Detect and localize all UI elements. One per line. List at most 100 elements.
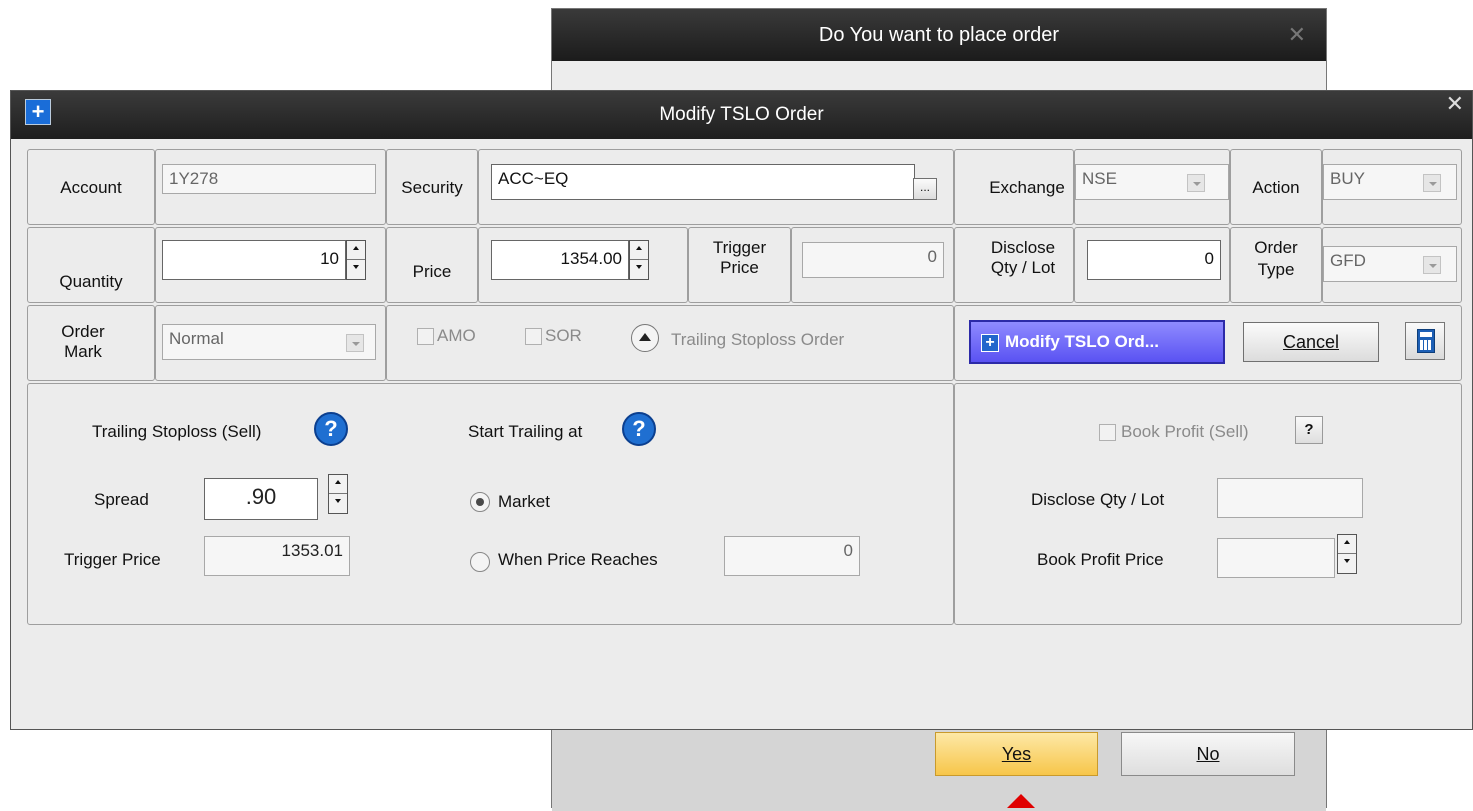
price-input[interactable]: 1354.00 <box>491 240 629 280</box>
market-label: Market <box>498 492 550 511</box>
chevron-down-icon <box>346 334 364 352</box>
spread-stepper[interactable] <box>328 474 348 514</box>
help-icon[interactable]: ? <box>622 412 656 446</box>
bp-price-label: Book Profit Price <box>1037 550 1164 569</box>
market-radio[interactable] <box>470 492 490 512</box>
spread-input[interactable]: .90 <box>204 478 318 520</box>
confirm-title-bar: Do You want to place order ✕ <box>552 9 1326 61</box>
action-label-cell: Action <box>1230 149 1322 225</box>
trailing-title: Trailing Stoploss (Sell) <box>92 422 262 441</box>
quantity-label: Quantity <box>59 272 123 291</box>
trailing-stoploss-toggle[interactable]: Trailing Stoploss Order <box>671 330 844 350</box>
price-field-cell: 1354.00 <box>478 227 688 303</box>
disclose-label-2: Qty / Lot <box>990 258 1056 277</box>
sor-label: SOR <box>545 326 582 345</box>
amo-checkbox[interactable] <box>417 328 434 345</box>
price-stepper[interactable] <box>629 240 649 280</box>
security-label-cell: Security <box>386 149 478 225</box>
quantity-field-cell: 10 <box>155 227 386 303</box>
bp-price-field <box>1217 538 1335 578</box>
order-type-label-2: Type <box>1257 260 1295 279</box>
modify-title-bar: Modify TSLO Order <box>11 91 1472 139</box>
disclose-label-1: Disclose <box>990 238 1056 257</box>
trigger-price-label-2: Price <box>720 258 759 277</box>
security-field-cell: ACC~EQ ... <box>478 149 954 225</box>
plus-icon: + <box>25 99 51 125</box>
confirm-title: Do You want to place order <box>818 24 1060 46</box>
security-input[interactable]: ACC~EQ <box>491 164 915 200</box>
order-type-label-1: Order <box>1254 238 1298 257</box>
account-field-cell: 1Y278 <box>155 149 386 225</box>
trigger-field-cell: 0 <box>791 227 954 303</box>
order-type-field-cell: GFD <box>1322 227 1462 303</box>
bp-price-stepper[interactable] <box>1337 534 1357 574</box>
when-price-label: When Price Reaches <box>498 550 658 569</box>
chevron-down-icon <box>1423 256 1441 274</box>
when-price-radio[interactable] <box>470 552 490 572</box>
close-icon[interactable]: ✕ <box>1446 91 1464 117</box>
yes-label: Yes <box>1001 744 1032 764</box>
cancel-label: Cancel <box>1282 332 1340 352</box>
yes-button[interactable]: Yes <box>935 732 1098 776</box>
bp-disclose-label: Disclose Qty / Lot <box>1031 490 1165 509</box>
order-mark-label-2: Mark <box>64 342 102 361</box>
book-profit-checkbox[interactable] <box>1099 424 1116 441</box>
order-mark-label-1: Order <box>61 322 105 341</box>
disclose-label-cell: Disclose Qty / Lot <box>954 227 1074 303</box>
trigger-label-cell: Trigger Price <box>688 227 791 303</box>
price-label: Price <box>412 262 452 281</box>
price-label-cell: Price <box>386 227 478 303</box>
order-mark-field-cell: Normal <box>155 305 386 381</box>
when-price-field: 0 <box>724 536 860 576</box>
chevron-down-icon <box>1423 174 1441 192</box>
order-mark-label-cell: Order Mark <box>27 305 155 381</box>
book-profit-help-button[interactable]: ? <box>1295 416 1323 444</box>
exchange-select[interactable]: NSE <box>1075 164 1229 200</box>
calculator-icon <box>1417 329 1435 353</box>
sor-checkbox[interactable] <box>525 328 542 345</box>
quantity-input[interactable]: 10 <box>162 240 346 280</box>
disclose-field-cell: 0 <box>1074 227 1230 303</box>
exchange-field-cell: NSE <box>1074 149 1230 225</box>
no-label: No <box>1196 744 1220 764</box>
dialog-title: Modify TSLO Order <box>659 104 824 125</box>
trailing-toggle-label: Trailing Stoploss Order <box>671 330 845 349</box>
quantity-label-cell: Quantity <box>27 227 155 303</box>
bp-disclose-field <box>1217 478 1363 518</box>
trigger-price-label: Trigger Price <box>64 550 161 569</box>
account-field: 1Y278 <box>162 164 376 194</box>
amo-label: AMO <box>437 326 476 345</box>
chevron-down-icon <box>1187 174 1205 192</box>
book-profit-label: Book Profit (Sell) <box>1121 422 1249 441</box>
order-type-label-cell: Order Type <box>1230 227 1322 303</box>
calculator-button[interactable] <box>1405 322 1445 360</box>
security-label: Security <box>401 178 463 197</box>
trigger-price-label-1: Trigger <box>712 238 767 257</box>
modify-tslo-button[interactable]: + Modify TSLO Ord... <box>969 320 1225 364</box>
modify-tslo-dialog: Modify TSLO Order + ✕ Account 1Y278 Secu… <box>10 90 1473 730</box>
confirm-close-icon[interactable]: ✕ <box>1288 9 1306 61</box>
action-label: Action <box>1252 178 1300 197</box>
disclose-qty-input[interactable]: 0 <box>1087 240 1221 280</box>
modify-button-label: Modify TSLO Ord... <box>1005 332 1159 351</box>
book-profit-panel: Book Profit (Sell) ? Disclose Qty / Lot … <box>954 383 1462 625</box>
quantity-stepper[interactable] <box>346 240 366 280</box>
order-mark-select[interactable]: Normal <box>162 324 376 360</box>
security-browse-button[interactable]: ... <box>913 178 937 200</box>
help-icon[interactable]: ? <box>314 412 348 446</box>
options-cell: AMO SOR Trailing Stoploss Order <box>386 305 954 381</box>
spread-label: Spread <box>94 490 149 509</box>
actions-cell: + Modify TSLO Ord... Cancel <box>954 305 1462 381</box>
no-button[interactable]: No <box>1121 732 1295 776</box>
chevron-up-icon[interactable] <box>631 324 659 352</box>
account-label: Account <box>60 178 122 197</box>
trigger-price-value: 1353.01 <box>204 536 350 576</box>
plus-icon: + <box>981 334 999 352</box>
start-trailing-label: Start Trailing at <box>468 422 583 441</box>
trigger-price-field: 0 <box>802 242 944 278</box>
account-label-cell: Account <box>27 149 155 225</box>
action-field-cell: BUY <box>1322 149 1462 225</box>
trailing-stoploss-panel: Trailing Stoploss (Sell) ? Spread .90 Tr… <box>27 383 954 625</box>
exchange-label: Exchange <box>989 178 1065 197</box>
cancel-button[interactable]: Cancel <box>1243 322 1379 362</box>
